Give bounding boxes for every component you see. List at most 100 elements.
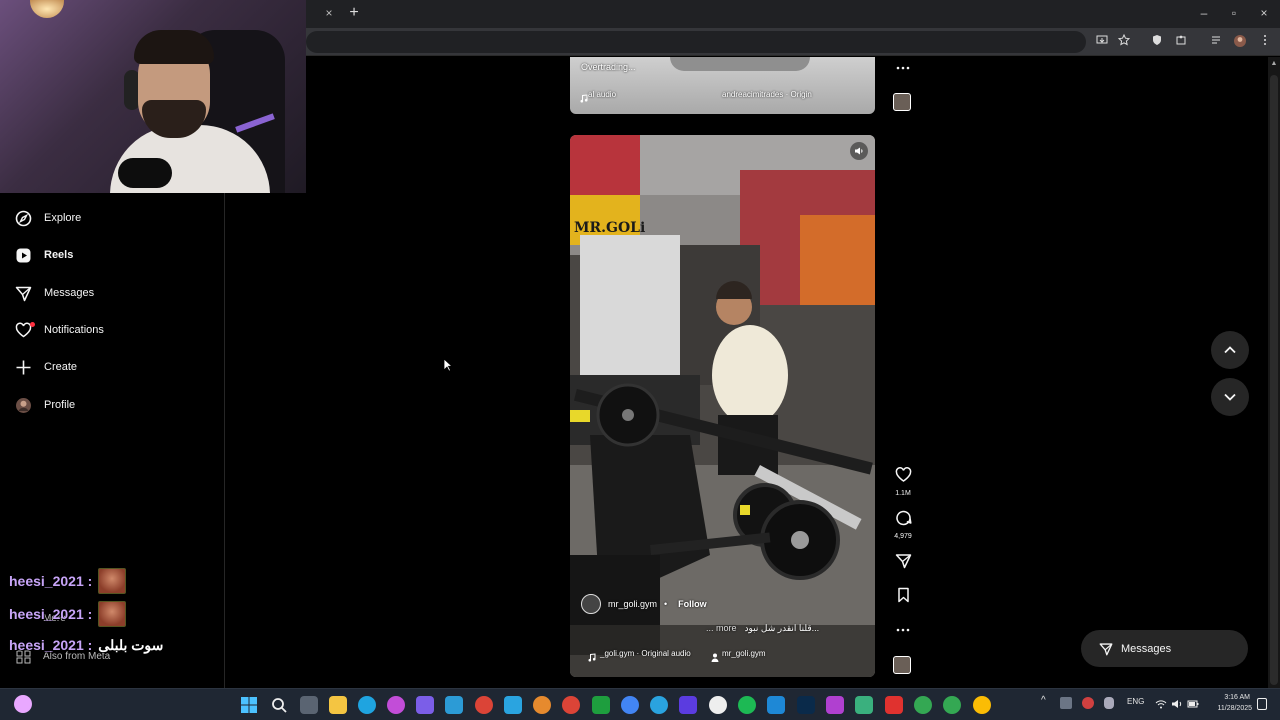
address-bar[interactable] bbox=[306, 31, 1086, 53]
chrome-alt-icon[interactable] bbox=[621, 696, 639, 714]
more-options-icon[interactable] bbox=[892, 61, 914, 73]
extensions-puzzle-icon[interactable] bbox=[1173, 34, 1189, 50]
telegram-icon[interactable] bbox=[650, 696, 668, 714]
chevron-up-icon bbox=[1224, 346, 1236, 354]
chrome-green-icon[interactable] bbox=[914, 696, 932, 714]
copilot-icon[interactable] bbox=[387, 696, 405, 714]
more-options-icon[interactable] bbox=[892, 623, 914, 635]
reel-video[interactable]: MR.GOLi mr_goli.gym • Follow ... more قل… bbox=[570, 135, 875, 677]
reading-list-icon[interactable] bbox=[1208, 34, 1224, 50]
speaker-icon[interactable] bbox=[850, 142, 868, 160]
app-icon-5[interactable] bbox=[855, 696, 873, 714]
save-action[interactable] bbox=[892, 587, 914, 608]
sidebar-item-notifications[interactable]: Notifications bbox=[14, 317, 214, 343]
browser-menu-icon[interactable] bbox=[1257, 34, 1273, 50]
chrome-icon[interactable] bbox=[475, 696, 493, 714]
notification-dot bbox=[30, 322, 35, 327]
teams-icon[interactable] bbox=[416, 696, 434, 714]
volume-icon[interactable] bbox=[1171, 697, 1183, 709]
close-window-button[interactable]: × bbox=[1252, 4, 1276, 22]
like-count: 1.1M bbox=[895, 490, 911, 497]
wifi-icon[interactable] bbox=[1155, 697, 1167, 709]
browser-icon[interactable] bbox=[533, 696, 551, 714]
app-icon-2[interactable] bbox=[679, 696, 697, 714]
sidebar-item-reels[interactable]: Reels bbox=[14, 242, 214, 268]
separator-dot: • bbox=[664, 599, 668, 609]
webcam-overlay bbox=[0, 0, 306, 193]
sidebar-item-explore[interactable]: Explore bbox=[14, 205, 214, 231]
chat-message: heesi_2021 : bbox=[9, 568, 127, 594]
tray-overflow-icon[interactable]: ^ bbox=[1041, 695, 1046, 706]
chat-emote bbox=[98, 568, 127, 594]
follow-button[interactable]: Follow bbox=[678, 599, 707, 609]
next-reel-button[interactable] bbox=[1211, 378, 1249, 416]
person-icon bbox=[711, 649, 720, 662]
mouse-cursor-icon bbox=[443, 358, 454, 372]
windows-taskbar: ^ ENG 3:16 AM 11/28/2025 bbox=[0, 688, 1280, 720]
file-explorer-icon[interactable] bbox=[329, 696, 347, 714]
comment-count: 4,979 bbox=[894, 533, 912, 540]
mail-icon[interactable] bbox=[504, 696, 522, 714]
photoshop-icon[interactable] bbox=[797, 696, 815, 714]
app-icon-4[interactable] bbox=[826, 696, 844, 714]
author-avatar[interactable] bbox=[581, 594, 601, 614]
maximize-button[interactable]: ▫ bbox=[1222, 4, 1246, 22]
install-app-icon[interactable] bbox=[1094, 34, 1110, 50]
share-action[interactable] bbox=[892, 553, 914, 574]
search-icon[interactable] bbox=[270, 696, 288, 714]
language-indicator[interactable]: ENG bbox=[1127, 697, 1144, 706]
reel-audio-source[interactable]: andreacimitrades · Origin bbox=[722, 90, 812, 99]
scroll-up-arrow-icon[interactable]: ▲ bbox=[1270, 60, 1278, 68]
sidebar-item-label: Reels bbox=[44, 249, 74, 261]
sidebar-item-profile[interactable]: Profile bbox=[14, 392, 214, 418]
app-icon-3[interactable] bbox=[709, 696, 727, 714]
audio-thumbnail[interactable] bbox=[893, 656, 911, 674]
edge-icon[interactable] bbox=[358, 696, 376, 714]
microphone-icon[interactable] bbox=[1104, 697, 1114, 709]
spotify-icon[interactable] bbox=[738, 696, 756, 714]
previous-reel-button[interactable] bbox=[1211, 331, 1249, 369]
task-view-icon[interactable] bbox=[300, 696, 318, 714]
close-tab-button[interactable]: × bbox=[322, 6, 336, 20]
notification-center-icon[interactable] bbox=[1257, 698, 1267, 710]
tray-app-icon-2[interactable] bbox=[1082, 697, 1094, 709]
sidebar-item-label: Explore bbox=[44, 212, 82, 224]
messages-button[interactable]: Messages bbox=[1081, 630, 1248, 667]
clock-date[interactable]: 11/28/2025 bbox=[1208, 705, 1252, 712]
comment-action[interactable]: 4,979 bbox=[892, 510, 914, 540]
minimize-button[interactable]: – bbox=[1192, 4, 1216, 22]
chrome-green-icon-2[interactable] bbox=[943, 696, 961, 714]
battery-icon[interactable] bbox=[1187, 697, 1199, 709]
scrollbar-thumb[interactable] bbox=[1270, 75, 1278, 685]
reel-audio[interactable]: al audio bbox=[588, 90, 616, 99]
reel-owner[interactable]: mr_goli.gym bbox=[722, 649, 766, 658]
tray-app-icon[interactable] bbox=[1060, 697, 1072, 709]
profile-avatar-icon[interactable] bbox=[1232, 34, 1248, 50]
windows-start-icon[interactable] bbox=[240, 696, 258, 714]
music-note-icon bbox=[580, 90, 588, 103]
audio-thumbnail[interactable] bbox=[893, 93, 911, 111]
chrome-active-icon[interactable] bbox=[973, 696, 991, 714]
widgets-icon[interactable] bbox=[14, 695, 32, 713]
previous-reel[interactable]: Overtrading... al audio andreacimitrades… bbox=[570, 57, 875, 114]
chat-username: heesi_2021 : bbox=[9, 606, 93, 622]
bookmark-star-icon[interactable] bbox=[1116, 33, 1132, 50]
app-icon-6[interactable] bbox=[885, 696, 903, 714]
clock-time[interactable]: 3:16 AM bbox=[1212, 694, 1250, 701]
shield-extension-icon[interactable] bbox=[1149, 34, 1165, 50]
app-icon[interactable] bbox=[445, 696, 463, 714]
xbox-icon[interactable] bbox=[592, 696, 610, 714]
page-scrollbar[interactable]: ▲ bbox=[1268, 57, 1280, 688]
chat-emote bbox=[98, 601, 127, 627]
chrome-profile-icon[interactable] bbox=[562, 696, 580, 714]
sidebar-item-create[interactable]: Create bbox=[14, 354, 214, 380]
heart-icon bbox=[895, 467, 911, 482]
more-link[interactable]: ... more bbox=[706, 623, 737, 634]
sidebar-item-messages[interactable]: Messages bbox=[14, 280, 214, 306]
author-username[interactable]: mr_goli.gym bbox=[608, 599, 657, 609]
like-action[interactable]: 1.1M bbox=[892, 467, 914, 497]
vscode-icon[interactable] bbox=[767, 696, 785, 714]
new-tab-button[interactable]: + bbox=[346, 4, 362, 22]
reel-audio[interactable]: _goli.gym · Original audio bbox=[600, 649, 691, 658]
reel-caption: Overtrading... bbox=[581, 62, 636, 72]
